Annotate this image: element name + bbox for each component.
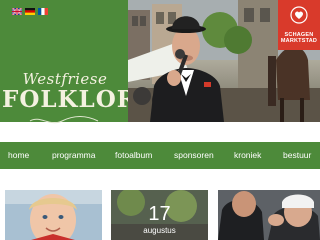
logo-ornament-icon (29, 116, 99, 124)
english-flag-icon[interactable] (12, 8, 22, 15)
content-cards: 17 augustus (0, 190, 320, 240)
event-month: augustus (143, 226, 176, 235)
logo-script-text: Westfriese (22, 70, 108, 88)
french-flag-icon[interactable] (38, 8, 48, 15)
site-logo[interactable]: Westfriese FOLKLORE (2, 70, 156, 113)
card-event-date[interactable]: 17 augustus (111, 190, 208, 240)
event-day: 17 (148, 203, 171, 225)
german-flag-icon[interactable] (25, 8, 35, 15)
badge-label: SCHAGEN MARKTSTAD (278, 32, 320, 44)
card-people-photo[interactable] (218, 190, 320, 240)
nav-item-bestuur[interactable]: bestuur (283, 142, 311, 169)
nav-item-kroniek[interactable]: kroniek (234, 142, 261, 169)
schagen-marktstad-badge[interactable]: SCHAGEN MARKTSTAD (278, 0, 320, 50)
nav-item-programma[interactable]: programma (52, 142, 95, 169)
child-photo (5, 190, 102, 240)
logo-main-text: FOLKLORE (2, 86, 156, 113)
nav-item-home[interactable]: home (8, 142, 29, 169)
header-banner: Westfriese FOLKLORE SCHAGEN MARKTSTAD (0, 0, 320, 124)
nav-item-fotoalbum[interactable]: fotoalbum (115, 142, 152, 169)
nav-item-sponsoren[interactable]: sponsoren (174, 142, 214, 169)
main-navigation: home programma fotoalbum sponsoren kroni… (0, 142, 320, 169)
people-photo (218, 190, 320, 240)
badge-line-2: MARKTSTAD (280, 38, 318, 44)
language-switcher (12, 8, 48, 15)
brand-panel: Westfriese FOLKLORE (0, 0, 156, 124)
card-child-photo[interactable] (5, 190, 102, 240)
heart-icon (290, 6, 308, 24)
